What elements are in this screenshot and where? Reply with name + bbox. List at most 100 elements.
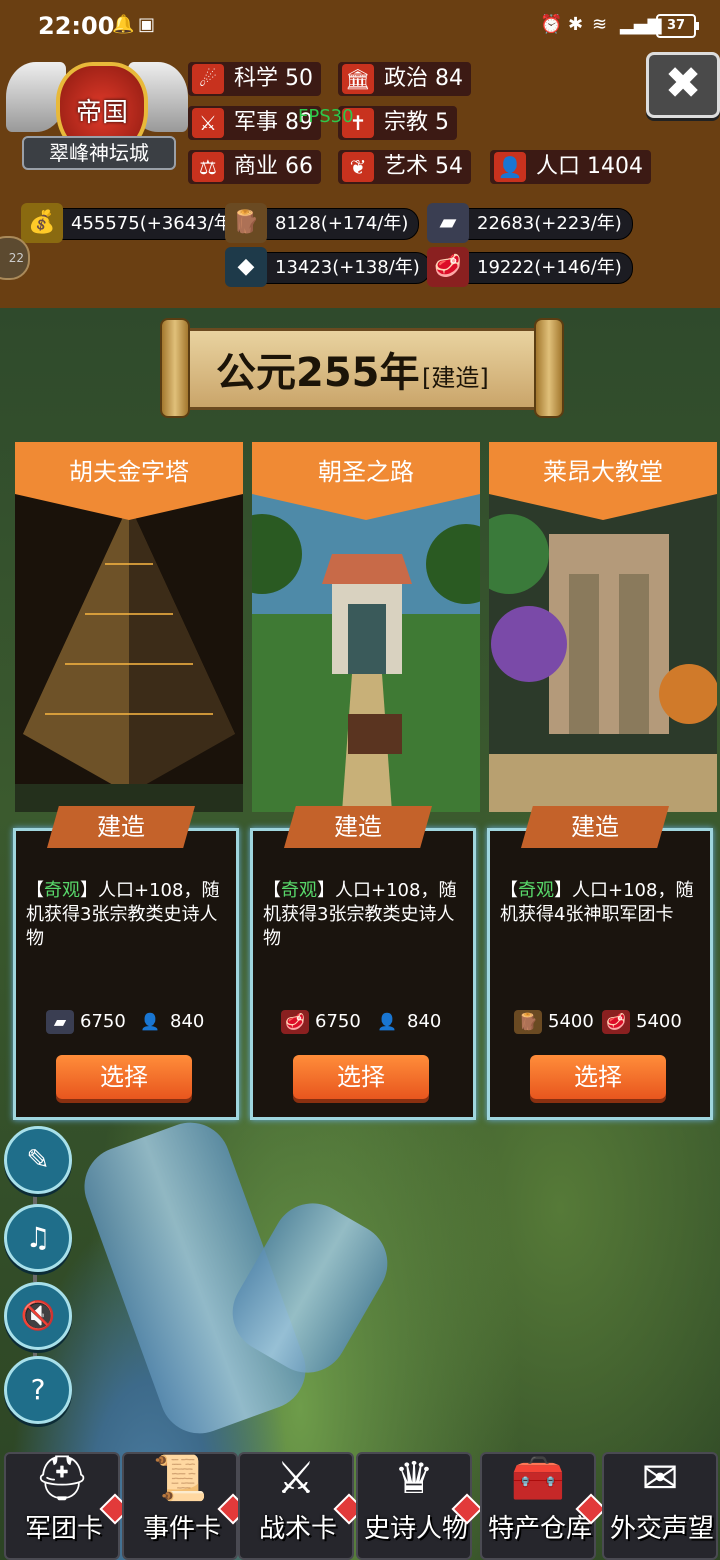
resource-wood[interactable]: 🪵 8128(+174/年) xyxy=(225,203,420,243)
side-tab[interactable]: 22 xyxy=(0,236,30,280)
music-toggle-button[interactable]: ♫ xyxy=(4,1204,72,1272)
bracket-open: 【 xyxy=(263,880,281,901)
stat-religion[interactable]: ✝ 宗教 5 xyxy=(338,106,458,140)
cost-item: 🪵 5400 xyxy=(514,1007,594,1037)
nav-diplomacy[interactable]: ✉ 外交声望 xyxy=(602,1452,718,1560)
cost-value: 6750 xyxy=(80,1011,126,1032)
help-button[interactable]: ? xyxy=(4,1356,72,1424)
military-icon: ⚔ xyxy=(192,108,224,138)
stat-population[interactable]: 👤 人口 1404 xyxy=(490,150,652,184)
stat-politics[interactable]: 🏛 政治 84 xyxy=(338,62,472,96)
card-description: 【奇观】人口+108，随机获得4张神职军团卡 xyxy=(500,879,700,927)
art-icon: ❦ xyxy=(342,152,374,182)
nav-tactic-cards[interactable]: ⚔ 战术卡 xyxy=(238,1452,365,1560)
stat-label: 商业 xyxy=(234,154,279,179)
nav-legion-cards[interactable]: ⛑ 军团卡 xyxy=(4,1452,131,1560)
nav-label: 外交声望 xyxy=(609,1514,714,1544)
card-info: 【奇观】人口+108，随机获得3张宗教类史诗人物 🥩 6750 👤 840 选择 xyxy=(250,828,476,1120)
resource-value: 13423(+138/年) xyxy=(275,257,420,278)
close-button[interactable]: ✖ xyxy=(646,52,720,118)
stone-icon: ▰ xyxy=(427,203,469,243)
resource-meat[interactable]: 🥩 19222(+146/年) xyxy=(427,247,633,287)
nav-epic-figures[interactable]: ♛ 史诗人物 xyxy=(356,1452,483,1560)
close-icon: ✖ xyxy=(664,58,702,109)
select-button[interactable]: 选择 xyxy=(56,1055,192,1099)
stone-icon: ▰ xyxy=(46,1010,74,1034)
helmet-icon: ⛑ xyxy=(34,1453,90,1504)
commerce-icon: ⚖ xyxy=(192,152,224,182)
science-icon: ☄ xyxy=(192,64,224,94)
resource-stone[interactable]: ▰ 22683(+223/年) xyxy=(427,203,633,243)
nav-specialty-warehouse[interactable]: 🧰 特产仓库 xyxy=(480,1452,607,1560)
top-panel: 22:00 🔔 ▣ ⏰ ✱ ≋ ▂▄▆ 37 帝国 翠峰神坛城 ☄ 科学 50 … xyxy=(0,0,720,308)
gold-icon: 💰 xyxy=(21,203,63,243)
journal-button[interactable]: ✎ xyxy=(4,1126,72,1194)
cost-value: 5400 xyxy=(636,1011,682,1032)
politics-icon: 🏛 xyxy=(342,64,374,94)
cost-value: 5400 xyxy=(548,1011,594,1032)
stat-commerce[interactable]: ⚖ 商业 66 xyxy=(188,150,322,184)
wood-icon: 🪵 xyxy=(514,1010,542,1034)
shield-swords-icon: ⚔ xyxy=(276,1453,316,1504)
resource-value: 8128(+174/年) xyxy=(275,213,409,234)
leon-cathedral-image xyxy=(489,494,717,812)
app-notification-icon: ▣ xyxy=(138,14,156,35)
pilgrimage-road-image xyxy=(252,494,480,812)
card-info: 【奇观】人口+108，随机获得3张宗教类史诗人物 ▰ 6750 👤 840 选择 xyxy=(13,828,239,1120)
cost-value: 6750 xyxy=(315,1011,361,1032)
battery-icon: 37 xyxy=(656,14,699,38)
stat-value: 1404 xyxy=(587,154,644,179)
card-title: 朝圣之路 xyxy=(252,442,480,520)
stat-label: 宗教 xyxy=(384,110,429,135)
cost-item: ▰ 6750 xyxy=(46,1007,126,1037)
build-banner: 建造 xyxy=(521,806,669,848)
chest-icon: 🧰 xyxy=(510,1453,566,1504)
population-icon: 👤 xyxy=(494,152,526,182)
resource-iron[interactable]: ◆ 13423(+138/年) xyxy=(225,247,431,287)
sound-off-icon: 🔇 xyxy=(20,1299,56,1332)
fps-counter: FPS30 xyxy=(298,106,354,127)
stat-value: 84 xyxy=(435,66,464,91)
population-icon: 👤 xyxy=(140,1012,160,1031)
bracket-open: 【 xyxy=(26,880,44,901)
wifi-icon: ≋ xyxy=(592,14,608,35)
era-year: 公元255年 xyxy=(216,350,420,396)
scroll-roll-left xyxy=(160,318,190,418)
empire-emblem[interactable]: 帝国 翠峰神坛城 xyxy=(6,52,188,182)
iron-icon: ◆ xyxy=(225,247,267,287)
bracket-close: 】 xyxy=(554,880,572,901)
card-tag: 奇观 xyxy=(518,880,554,901)
card-title: 胡夫金字塔 xyxy=(15,442,243,520)
cost-value: 840 xyxy=(407,1011,442,1032)
bottom-nav: ⛑ 军团卡 📜 事件卡 ⚔ 战术卡 ♛ 史诗人物 🧰 特产仓库 ✉ 外交声望 xyxy=(0,1440,720,1560)
select-button[interactable]: 选择 xyxy=(530,1055,666,1099)
resource-gold[interactable]: 💰 455575(+3643/年) xyxy=(21,203,250,243)
card-description: 【奇观】人口+108，随机获得3张宗教类史诗人物 xyxy=(26,879,226,951)
population-icon: 👤 xyxy=(377,1012,397,1031)
stat-label: 人口 xyxy=(536,154,581,179)
stat-label: 政治 xyxy=(384,66,429,91)
card-tag: 奇观 xyxy=(281,880,317,901)
stat-label: 艺术 xyxy=(384,154,429,179)
nav-event-cards[interactable]: 📜 事件卡 xyxy=(122,1452,249,1560)
resource-value: 19222(+146/年) xyxy=(477,257,622,278)
stat-label: 科学 xyxy=(234,66,279,91)
bracket-open: 【 xyxy=(500,880,518,901)
empire-label: 帝国 xyxy=(75,98,128,128)
select-button[interactable]: 选择 xyxy=(293,1055,429,1099)
notification-icon: 🔔 xyxy=(112,14,135,35)
card-title: 莱昂大教堂 xyxy=(489,442,717,520)
stat-science[interactable]: ☄ 科学 50 xyxy=(188,62,322,96)
card-description: 【奇观】人口+108，随机获得3张宗教类史诗人物 xyxy=(263,879,463,951)
meat-icon: 🥩 xyxy=(281,1010,309,1034)
city-name: 翠峰神坛城 xyxy=(22,136,176,170)
help-icon: ? xyxy=(30,1373,46,1406)
music-off-icon: ♫ xyxy=(25,1221,51,1254)
scroll-roll-right xyxy=(534,318,564,418)
card-tag: 奇观 xyxy=(44,880,80,901)
alarm-icon: ⏰ xyxy=(540,14,563,35)
sound-toggle-button[interactable]: 🔇 xyxy=(4,1282,72,1350)
stat-value: 50 xyxy=(285,66,314,91)
build-banner: 建造 xyxy=(284,806,432,848)
stat-art[interactable]: ❦ 艺术 54 xyxy=(338,150,472,184)
